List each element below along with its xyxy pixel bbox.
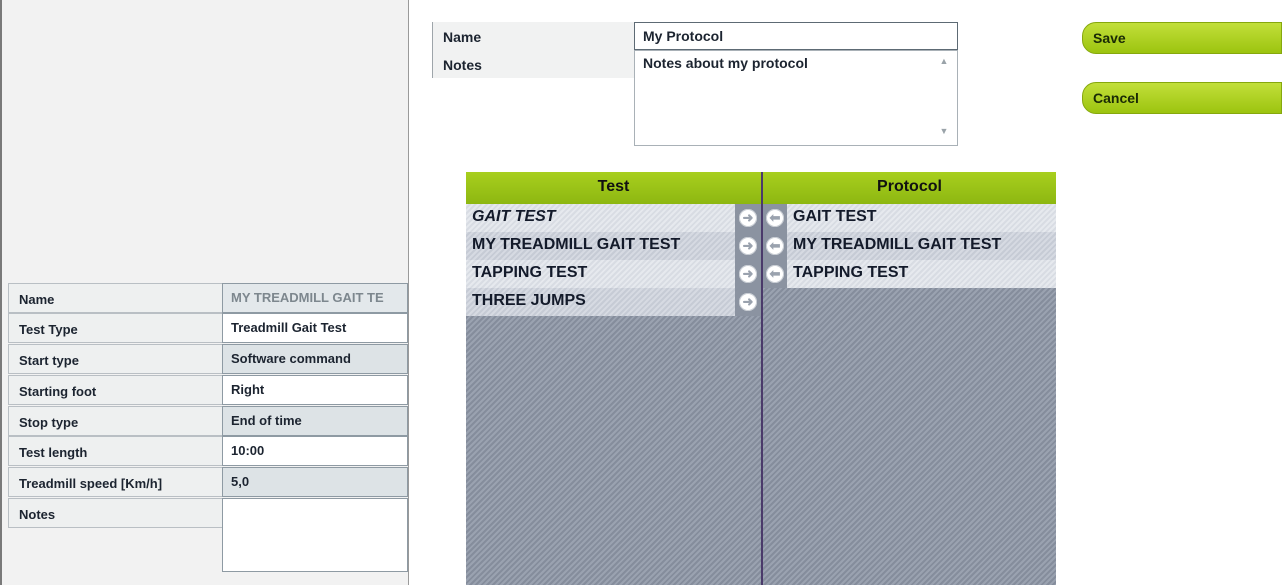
save-button[interactable]: Save bbox=[1082, 22, 1282, 54]
property-value-name[interactable]: MY TREADMILL GAIT TE bbox=[222, 283, 408, 313]
property-label: Treadmill speed [Km/h] bbox=[8, 467, 222, 497]
property-label: Test Type bbox=[8, 313, 222, 343]
property-value-stop-type[interactable]: End of time bbox=[222, 406, 408, 436]
arrow-left-icon[interactable]: ⬅ bbox=[766, 265, 784, 283]
protocol-list-item[interactable]: MY TREADMILL GAIT TEST bbox=[787, 232, 1056, 260]
property-value-start-type[interactable]: Software command bbox=[222, 344, 408, 374]
property-row-test-length: Test length 10:00 bbox=[8, 436, 408, 466]
property-value-treadmill-speed[interactable]: 5,0 bbox=[222, 467, 408, 497]
test-list-item[interactable]: GAIT TEST bbox=[466, 204, 735, 232]
remove-arrow-strip: ⬅ bbox=[763, 260, 787, 288]
test-list-item[interactable]: TAPPING TEST bbox=[466, 260, 735, 288]
arrow-right-icon[interactable]: ➜ bbox=[739, 265, 757, 283]
protocol-name-input[interactable] bbox=[634, 22, 958, 50]
property-value-test-type[interactable]: Treadmill Gait Test bbox=[222, 313, 408, 343]
test-list-header: Test bbox=[466, 172, 761, 204]
scroll-up-icon[interactable]: ▲ bbox=[938, 56, 950, 66]
property-row-starting-foot: Starting foot Right bbox=[8, 375, 408, 405]
protocol-notes-label: Notes bbox=[432, 50, 634, 78]
cancel-button[interactable]: Cancel bbox=[1082, 82, 1282, 114]
arrow-left-icon[interactable]: ⬅ bbox=[766, 237, 784, 255]
property-value-starting-foot[interactable]: Right bbox=[222, 375, 408, 405]
property-label: Starting foot bbox=[8, 375, 222, 405]
property-row-test-type: Test Type Treadmill Gait Test bbox=[8, 313, 408, 343]
protocol-list-item[interactable]: GAIT TEST bbox=[787, 204, 1056, 232]
property-label: Stop type bbox=[8, 406, 222, 436]
property-row-treadmill-speed: Treadmill speed [Km/h] 5,0 bbox=[8, 467, 408, 497]
add-arrow-strip: ➜ bbox=[735, 288, 761, 316]
property-label: Name bbox=[8, 283, 222, 313]
remove-arrow-strip: ⬅ bbox=[763, 232, 787, 260]
protocol-list-header: Protocol bbox=[763, 172, 1056, 204]
property-row-start-type: Start type Software command bbox=[8, 344, 408, 374]
test-list-item[interactable]: MY TREADMILL GAIT TEST bbox=[466, 232, 735, 260]
arrow-right-icon[interactable]: ➜ bbox=[739, 237, 757, 255]
protocol-name-label: Name bbox=[432, 22, 634, 50]
arrow-left-icon[interactable]: ⬅ bbox=[766, 209, 784, 227]
remove-arrow-strip: ⬅ bbox=[763, 204, 787, 232]
add-arrow-strip: ➜ bbox=[735, 260, 761, 288]
protocol-notes-textarea[interactable]: Notes about my protocol bbox=[634, 50, 958, 146]
property-row-name: Name MY TREADMILL GAIT TE bbox=[8, 283, 408, 313]
property-row-stop-type: Stop type End of time bbox=[8, 406, 408, 436]
add-arrow-strip: ➜ bbox=[735, 232, 761, 260]
arrow-right-icon[interactable]: ➜ bbox=[739, 209, 757, 227]
property-label: Notes bbox=[8, 498, 222, 528]
test-list-item[interactable]: THREE JUMPS bbox=[466, 288, 735, 316]
property-value-notes[interactable] bbox=[222, 498, 408, 572]
test-protocol-lists: Test Protocol GAIT TEST ➜ MY TREADMILL G… bbox=[466, 172, 1056, 585]
property-row-notes: Notes bbox=[8, 498, 408, 572]
property-label: Start type bbox=[8, 344, 222, 374]
add-arrow-strip: ➜ bbox=[735, 204, 761, 232]
arrow-right-icon[interactable]: ➜ bbox=[739, 293, 757, 311]
panel-divider bbox=[408, 0, 409, 585]
protocol-list-item[interactable]: TAPPING TEST bbox=[787, 260, 1056, 288]
scroll-down-icon[interactable]: ▼ bbox=[938, 126, 950, 136]
property-label: Test length bbox=[8, 436, 222, 466]
property-value-test-length[interactable]: 10:00 bbox=[222, 436, 408, 466]
